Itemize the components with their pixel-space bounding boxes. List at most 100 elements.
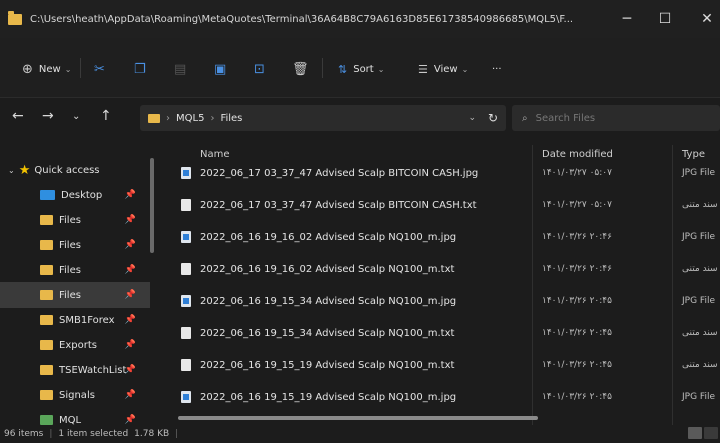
sidebar-item-exports[interactable]: Exports 📌 bbox=[0, 332, 150, 358]
pin-icon: 📌 bbox=[124, 290, 136, 300]
sidebar-item-files[interactable]: Files 📌 bbox=[0, 207, 150, 233]
see-more-button[interactable]: ··· bbox=[492, 58, 502, 80]
pin-icon: 📌 bbox=[124, 315, 136, 325]
status-bar: 96 items | 1 item selected 1.78 KB | bbox=[0, 425, 720, 443]
folder-icon bbox=[40, 315, 53, 325]
search-icon: ⌕ bbox=[522, 112, 528, 124]
rename-button[interactable]: ▣ bbox=[214, 58, 226, 80]
sidebar-item-tsewatchlist[interactable]: TSEWatchList 📌 bbox=[0, 357, 150, 383]
table-row[interactable]: 2022_06_16 19_15_19 Advised Scalp NQ100_… bbox=[160, 352, 720, 378]
file-name: 2022_06_17 03_37_47 Advised Scalp BITCOI… bbox=[200, 167, 479, 179]
breadcrumb-files[interactable]: Files bbox=[220, 113, 242, 124]
sidebar-item-label: Desktop bbox=[61, 189, 103, 201]
folder-icon bbox=[148, 113, 160, 123]
file-list: Name Date modified Type 2022_06_17 03_37… bbox=[160, 145, 720, 425]
column-header-type[interactable]: Type bbox=[682, 149, 705, 160]
column-divider[interactable] bbox=[672, 145, 673, 425]
file-name: 2022_06_16 19_16_02 Advised Scalp NQ100_… bbox=[200, 231, 457, 243]
sidebar-item-label: Files bbox=[59, 239, 81, 251]
table-row[interactable]: 2022_06_16 19_15_34 Advised Scalp NQ100_… bbox=[160, 288, 720, 314]
file-date: ۱۴۰۱/۰۳/۲۶ ۲۰:۴۵ bbox=[542, 392, 612, 402]
chevron-down-icon[interactable]: ⌄ bbox=[468, 113, 476, 123]
file-name: 2022_06_16 19_15_19 Advised Scalp NQ100_… bbox=[200, 359, 455, 371]
title-bar[interactable]: C:\Users\heath\AppData\Roaming\MetaQuote… bbox=[0, 0, 720, 38]
star-icon: ★ bbox=[18, 162, 31, 178]
horizontal-scrollbar[interactable] bbox=[178, 416, 538, 420]
sidebar-item-files[interactable]: Files 📌 bbox=[0, 257, 150, 283]
sort-icon: ⇅ bbox=[338, 62, 348, 76]
breadcrumb-mql5[interactable]: MQL5 bbox=[176, 113, 204, 124]
sidebar-item-files[interactable]: Files 📌 bbox=[0, 232, 150, 258]
paste-button[interactable]: ▤ bbox=[174, 58, 186, 80]
more-label: ··· bbox=[492, 63, 502, 75]
search-input[interactable]: ⌕ Search Files bbox=[512, 105, 720, 131]
close-button[interactable]: ✕ bbox=[684, 0, 720, 38]
column-divider[interactable] bbox=[532, 145, 533, 425]
back-button[interactable]: ← bbox=[12, 108, 24, 124]
folder-icon bbox=[40, 390, 53, 400]
chevron-down-icon: ⌄ bbox=[8, 165, 15, 175]
tiles-view-icon[interactable] bbox=[704, 427, 718, 439]
details-view-icon[interactable] bbox=[688, 427, 702, 439]
file-type: JPG File bbox=[682, 392, 715, 402]
file-date: ۱۴۰۱/۰۳/۲۶ ۲۰:۴۶ bbox=[542, 264, 612, 274]
sidebar-item-desktop[interactable]: Desktop 📌 bbox=[0, 182, 150, 208]
text-file-icon bbox=[181, 263, 191, 275]
chevron-down-icon: ⌄ bbox=[377, 64, 385, 74]
sidebar-item-files-selected[interactable]: Files 📌 bbox=[0, 282, 150, 308]
folder-icon bbox=[40, 365, 53, 375]
up-button[interactable]: ↑ bbox=[100, 108, 112, 124]
sidebar-item-label: MQL bbox=[59, 414, 82, 426]
share-button[interactable]: ⊡ bbox=[254, 58, 265, 80]
cut-icon: ✂ bbox=[94, 61, 105, 77]
image-file-icon bbox=[181, 295, 191, 307]
sidebar-item-quick-access[interactable]: ⌄ ★ Quick access bbox=[0, 157, 150, 183]
folder-icon bbox=[40, 265, 53, 275]
file-date: ۱۴۰۱/۰۳/۲۶ ۲۰:۴۵ bbox=[542, 360, 612, 370]
maximize-button[interactable]: ☐ bbox=[642, 0, 688, 38]
selection-count: 1 item selected bbox=[58, 429, 129, 439]
table-row[interactable]: 2022_06_17 03_37_47 Advised Scalp BITCOI… bbox=[160, 192, 720, 218]
recent-locations-button[interactable]: ⌄ bbox=[72, 111, 80, 122]
chevron-down-icon: ⌄ bbox=[64, 64, 72, 74]
delete-button[interactable]: 🗑 bbox=[292, 58, 309, 80]
sidebar-item-signals[interactable]: Signals 📌 bbox=[0, 382, 150, 408]
text-file-icon bbox=[181, 327, 191, 339]
file-name: 2022_06_16 19_15_19 Advised Scalp NQ100_… bbox=[200, 391, 457, 403]
file-type: سند متنی bbox=[682, 200, 718, 210]
sort-button[interactable]: ⇅ Sort ⌄ bbox=[338, 58, 384, 80]
status-separator: | bbox=[49, 429, 53, 439]
file-date: ۱۴۰۱/۰۳/۲۷ ۰۵:۰۷ bbox=[542, 168, 612, 178]
copy-button[interactable]: ❐ bbox=[134, 58, 146, 80]
folder-icon bbox=[40, 240, 53, 250]
cut-button[interactable]: ✂ bbox=[94, 58, 105, 80]
navigation-pane: ⌄ ★ Quick access Desktop 📌 Files 📌 Files… bbox=[0, 145, 152, 426]
sidebar-item-smb1forex[interactable]: SMB1Forex 📌 bbox=[0, 307, 150, 333]
item-count: 96 items bbox=[4, 429, 44, 439]
table-row[interactable]: 2022_06_16 19_16_02 Advised Scalp NQ100_… bbox=[160, 256, 720, 282]
file-name: 2022_06_16 19_15_34 Advised Scalp NQ100_… bbox=[200, 295, 457, 307]
refresh-icon[interactable]: ↻ bbox=[488, 111, 498, 125]
breadcrumb-separator: › bbox=[210, 112, 215, 124]
navigation-scrollbar[interactable] bbox=[150, 158, 154, 253]
table-row[interactable]: 2022_06_16 19_15_19 Advised Scalp NQ100_… bbox=[160, 384, 720, 410]
table-row[interactable]: 2022_06_16 19_16_02 Advised Scalp NQ100_… bbox=[160, 224, 720, 250]
folder-icon bbox=[40, 340, 53, 350]
folder-icon bbox=[8, 10, 22, 25]
sort-label: Sort bbox=[353, 63, 374, 75]
forward-button[interactable]: → bbox=[42, 108, 54, 124]
column-header-date[interactable]: Date modified bbox=[542, 149, 613, 160]
view-button[interactable]: ☰ View ⌄ bbox=[418, 58, 468, 80]
file-type: سند متنی bbox=[682, 264, 718, 274]
view-label: View bbox=[433, 63, 458, 75]
address-bar[interactable]: › MQL5 › Files ⌄ ↻ bbox=[140, 105, 506, 131]
table-row[interactable]: 2022_06_16 19_15_34 Advised Scalp NQ100_… bbox=[160, 320, 720, 346]
copy-icon: ❐ bbox=[134, 61, 146, 77]
text-file-icon bbox=[181, 199, 191, 211]
folder-icon bbox=[40, 290, 53, 300]
rename-icon: ▣ bbox=[214, 61, 227, 77]
column-header-name[interactable]: Name bbox=[200, 149, 230, 160]
file-date: ۱۴۰۱/۰۳/۲۶ ۲۰:۴۶ bbox=[542, 232, 612, 242]
table-row[interactable]: 2022_06_17 03_37_47 Advised Scalp BITCOI… bbox=[160, 160, 720, 186]
new-button[interactable]: ⊕ New ⌄ bbox=[22, 58, 71, 80]
